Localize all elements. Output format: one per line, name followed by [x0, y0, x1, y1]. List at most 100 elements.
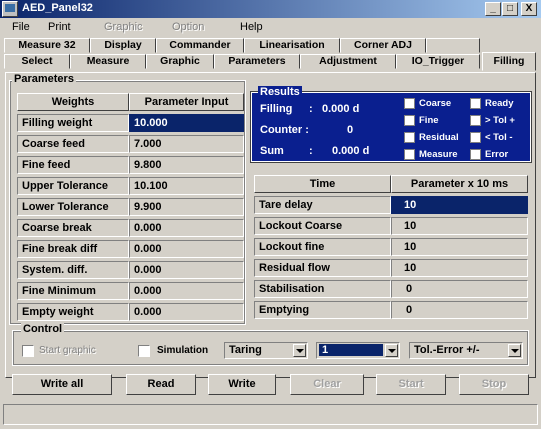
- control-group-label: Control: [21, 323, 65, 335]
- input-lower-tolerance[interactable]: 9.900: [129, 198, 244, 216]
- tab-measure[interactable]: Measure: [70, 54, 146, 69]
- tolerance-combo[interactable]: Tol.-Error +/-: [409, 342, 523, 359]
- row-label-filling-weight: Filling weight: [17, 114, 129, 132]
- simulation-label: Simulation: [157, 345, 209, 356]
- tol-plus-indicator: [470, 115, 481, 126]
- results-panel: Results Filling : 0.000 d Counter : 0 Su…: [250, 86, 532, 163]
- input-fine-minimum[interactable]: 0.000: [129, 282, 244, 300]
- tab-display[interactable]: Display: [90, 38, 156, 53]
- tab-linearisation[interactable]: Linearisation: [244, 38, 340, 53]
- start-button[interactable]: Start: [376, 374, 446, 395]
- row-label-tare-delay: Tare delay: [254, 196, 391, 214]
- menu-bar: File Print Graphic Option Help: [0, 19, 541, 36]
- row-label-upper-tolerance: Upper Tolerance: [17, 177, 129, 195]
- weights-header: Weights: [17, 93, 129, 111]
- row-label-residual-flow: Residual flow: [254, 259, 391, 277]
- row-label-fine-feed: Fine feed: [17, 156, 129, 174]
- sum-value: 0.000 d: [332, 145, 370, 157]
- ready-indicator-label: Ready: [485, 98, 514, 109]
- input-lockout-fine[interactable]: 10: [391, 238, 528, 256]
- minimize-button[interactable]: _: [485, 2, 501, 16]
- tab-parameters[interactable]: Parameters: [214, 54, 300, 69]
- input-fine-break-diff[interactable]: 0.000: [129, 240, 244, 258]
- menu-option[interactable]: Option: [172, 21, 204, 33]
- filling-label: Filling: [260, 103, 293, 115]
- measure-indicator-label: Measure: [419, 149, 458, 160]
- menu-graphic[interactable]: Graphic: [104, 21, 143, 33]
- input-residual-flow[interactable]: 10: [391, 259, 528, 277]
- error-indicator: [470, 149, 481, 160]
- residual-indicator: [404, 132, 415, 143]
- read-button[interactable]: Read: [126, 374, 196, 395]
- tab-empty: [426, 38, 480, 53]
- input-lockout-coarse[interactable]: 10: [391, 217, 528, 235]
- coarse-indicator-label: Coarse: [419, 98, 452, 109]
- tol-plus-indicator-label: > Tol +: [485, 115, 515, 126]
- menu-file[interactable]: File: [12, 21, 30, 33]
- tab-select[interactable]: Select: [4, 54, 70, 69]
- chevron-down-icon[interactable]: [385, 344, 398, 357]
- row-label-empty-weight: Empty weight: [17, 303, 129, 321]
- window-title: AED_Panel32: [22, 2, 93, 14]
- chevron-down-icon[interactable]: [508, 344, 521, 357]
- parameter-x10ms-header: Parameter x 10 ms: [391, 175, 528, 193]
- input-emptying[interactable]: 0: [391, 301, 528, 319]
- stop-button[interactable]: Stop: [459, 374, 529, 395]
- measure-indicator: [404, 149, 415, 160]
- tab-graphic[interactable]: Graphic: [146, 54, 214, 69]
- input-coarse-feed[interactable]: 7.000: [129, 135, 244, 153]
- input-fine-feed[interactable]: 9.800: [129, 156, 244, 174]
- counter-label: Counter :: [260, 124, 309, 136]
- app-icon[interactable]: [2, 1, 18, 17]
- counter-value: 0: [347, 124, 354, 136]
- menu-help[interactable]: Help: [240, 21, 263, 33]
- maximize-button[interactable]: □: [502, 2, 518, 16]
- input-empty-weight[interactable]: 0.000: [129, 303, 244, 321]
- simulation-checkbox[interactable]: [138, 345, 150, 357]
- write-button[interactable]: Write: [208, 374, 276, 395]
- start-graphic-label: Start graphic: [39, 345, 96, 356]
- ready-indicator: [470, 98, 481, 109]
- residual-indicator-label: Residual: [419, 132, 459, 143]
- tab-commander[interactable]: Commander: [156, 38, 244, 53]
- input-stabilisation[interactable]: 0: [391, 280, 528, 298]
- tol-minus-indicator-label: < Tol -: [485, 132, 513, 143]
- chevron-down-icon[interactable]: [293, 344, 306, 357]
- write-all-button[interactable]: Write all: [12, 374, 112, 395]
- tab-adjustment[interactable]: Adjustment: [300, 54, 396, 69]
- parameters-group-label: Parameters: [12, 73, 76, 85]
- status-bar: [3, 404, 538, 425]
- tab-measure-32[interactable]: Measure 32: [4, 38, 90, 53]
- tab-io-trigger[interactable]: IO_Trigger: [396, 54, 480, 69]
- input-coarse-break[interactable]: 0.000: [129, 219, 244, 237]
- channel-combo-value: 1: [319, 344, 383, 356]
- parameter-input-header: Parameter Input: [129, 93, 244, 111]
- row-label-fine-break-diff: Fine break diff: [17, 240, 129, 258]
- clear-button[interactable]: Clear: [290, 374, 364, 395]
- row-label-lockout-fine: Lockout fine: [254, 238, 391, 256]
- close-button[interactable]: X: [521, 2, 537, 16]
- mode-combo-value: Taring: [229, 344, 262, 356]
- time-header: Time: [254, 175, 391, 193]
- menu-print[interactable]: Print: [48, 21, 71, 33]
- title-bar: AED_Panel32 _ □ X: [0, 0, 541, 18]
- fine-indicator: [404, 115, 415, 126]
- start-graphic-checkbox[interactable]: [22, 345, 34, 357]
- control-group: Control Start graphic Simulation Taring …: [12, 323, 529, 366]
- mode-combo[interactable]: Taring: [224, 342, 308, 359]
- input-tare-delay[interactable]: 10: [391, 196, 528, 214]
- filling-separator: :: [309, 103, 313, 115]
- row-label-lower-tolerance: Lower Tolerance: [17, 198, 129, 216]
- input-filling-weight[interactable]: 10.000: [129, 114, 244, 132]
- tolerance-combo-value: Tol.-Error +/-: [414, 344, 480, 356]
- tab-filling[interactable]: Filling: [482, 52, 536, 71]
- channel-combo[interactable]: 1: [316, 342, 400, 359]
- error-indicator-label: Error: [485, 149, 509, 160]
- tol-minus-indicator: [470, 132, 481, 143]
- input-system-diff[interactable]: 0.000: [129, 261, 244, 279]
- tab-corner-adj[interactable]: Corner ADJ: [340, 38, 426, 53]
- filling-value: 0.000 d: [322, 103, 360, 115]
- row-label-system-diff: System. diff.: [17, 261, 129, 279]
- input-upper-tolerance[interactable]: 10.100: [129, 177, 244, 195]
- fine-indicator-label: Fine: [419, 115, 439, 126]
